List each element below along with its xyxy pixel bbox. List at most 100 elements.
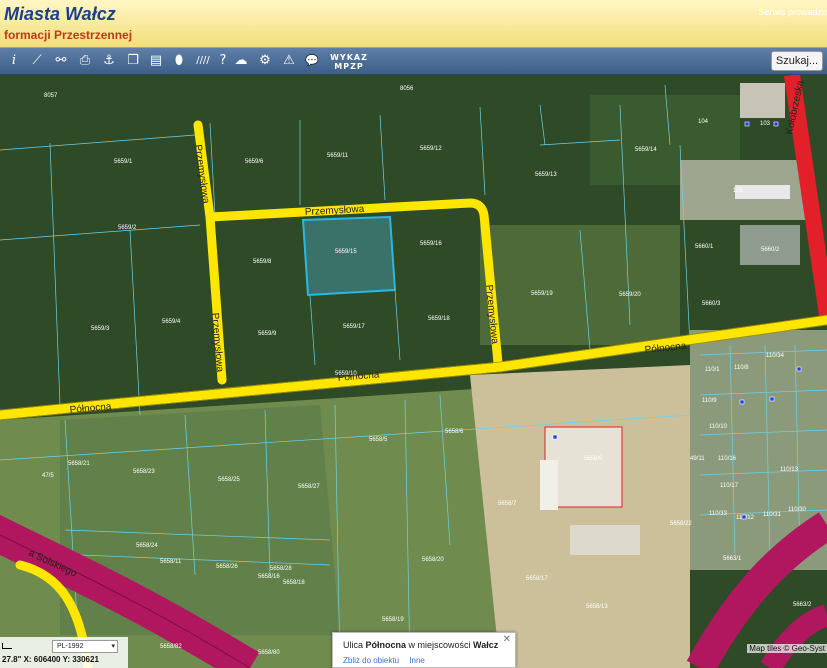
- marker[interactable]: [796, 366, 802, 372]
- clearing-area: [480, 225, 680, 345]
- parcel-label: 5658/11: [160, 559, 182, 565]
- crs-value: PL-1992: [57, 643, 84, 650]
- link-icon[interactable]: ⚯: [52, 52, 70, 70]
- parcel-label: 5660/1: [695, 244, 714, 250]
- parcel-label: 5659/13: [535, 172, 557, 178]
- parcel-label: 8056: [400, 86, 414, 92]
- marker[interactable]: [741, 514, 747, 520]
- parcel-label: 49/11: [690, 456, 705, 462]
- marker[interactable]: [744, 121, 750, 127]
- service-link[interactable]: Serwis prowadzo: [758, 7, 827, 17]
- building-annex: [540, 460, 558, 510]
- shape-icon[interactable]: ⬮: [170, 52, 188, 70]
- other-link[interactable]: Inne: [409, 656, 425, 665]
- parcel-label: 5658/17: [526, 576, 548, 582]
- parcel-label: 5658/24: [136, 543, 158, 549]
- parcel-label: 110/13: [780, 467, 799, 473]
- parcel-label: 5659/19: [531, 291, 553, 297]
- mpzp-label: MPZP: [334, 62, 364, 71]
- parcel-label: 5658/13: [586, 604, 608, 610]
- parcel-label: 5658/22: [670, 521, 692, 527]
- comment-icon[interactable]: 💬: [303, 52, 321, 70]
- anchor-icon[interactable]: ⚓: [100, 52, 118, 70]
- parcel-label: 5659/9: [258, 331, 277, 337]
- parcel-label: 5659/10: [335, 371, 357, 377]
- cursor-coordinates: 27.8" X: 606400 Y: 330621: [2, 655, 99, 664]
- parcel-label: 5658/27: [298, 484, 320, 490]
- search-button[interactable]: Szukaj...: [771, 51, 823, 71]
- parcel-label: 5658/16: [258, 574, 280, 580]
- popup-middle: w miejscowości: [406, 640, 474, 650]
- measure-icon[interactable]: ⟋: [28, 52, 46, 70]
- parcel-label: 5658/28: [270, 566, 292, 572]
- parcel-label: 5658/23: [133, 469, 155, 475]
- parcel-label: 110/10: [709, 424, 728, 430]
- layers-icon[interactable]: ❐: [124, 52, 142, 70]
- hatch-icon[interactable]: ////: [192, 52, 214, 70]
- parcel-label: 5663/1: [723, 556, 742, 562]
- storage-area: [570, 525, 640, 555]
- parcel-label: 8057: [44, 93, 58, 99]
- marker[interactable]: [773, 121, 779, 127]
- parcel-label: 105: [733, 188, 744, 194]
- layout-icon[interactable]: ▤: [147, 52, 165, 70]
- toolbar: i ⟋ ⚯ ⎙ ⚓ ❐ ▤ ⬮ //// ? ☁ ⚙ ⚠ 💬 WYKAZ MPZ…: [0, 48, 827, 75]
- parcel-label: 5659/12: [420, 146, 442, 152]
- wykaz-label: WYKAZ: [330, 53, 368, 62]
- parcel-label: 110/30: [788, 507, 807, 513]
- parcel-label: 5658/18: [283, 580, 305, 586]
- feature-popup: Ulica Północna w miejscowości Wałcz Zbli…: [332, 632, 516, 668]
- parcel-label: 5659/14: [635, 147, 657, 153]
- marker[interactable]: [739, 399, 745, 405]
- parcel-label: 5659/15: [335, 249, 357, 255]
- parcel-label: 5659/8: [253, 259, 272, 265]
- parcel-label: 110/8: [734, 365, 749, 371]
- parcel-label: 5658/82: [160, 644, 182, 650]
- settings-icon[interactable]: ⚙: [256, 52, 274, 70]
- marker[interactable]: [769, 396, 775, 402]
- map-canvas[interactable]: Przemysłowa Przemysłowa Przemysłowa Prze…: [0, 75, 827, 668]
- parcel-label: 5658/25: [218, 477, 240, 483]
- popup-town: Wałcz: [473, 640, 499, 650]
- info-icon[interactable]: i: [5, 52, 23, 70]
- parcel-label: 5659/2: [118, 225, 137, 231]
- construction-site: [470, 365, 690, 668]
- warning-icon[interactable]: ⚠: [280, 52, 298, 70]
- parcel-label: 5658/20: [422, 557, 444, 563]
- parcel-label: 110/34: [766, 353, 785, 359]
- parcel-label: 103: [760, 121, 771, 127]
- map-attribution: Map tiles © Geo-Syst: [747, 644, 827, 653]
- parcel-label: 5659/20: [619, 292, 641, 298]
- substation: [740, 225, 800, 265]
- parcel-label: 5663/2: [793, 602, 812, 608]
- parcel-label: 47/5: [42, 473, 54, 479]
- building-105: [735, 185, 790, 199]
- popup-prefix: Ulica: [343, 640, 366, 650]
- parcel-label: 110/33: [709, 511, 728, 517]
- parcel-label: 5659/4: [162, 319, 181, 325]
- close-icon[interactable]: ✕: [503, 634, 511, 645]
- print-icon[interactable]: ⎙: [76, 52, 94, 70]
- parcel-label: 5658/80: [258, 650, 280, 656]
- parcel-label: 5658/9: [584, 456, 603, 462]
- map-svg[interactable]: Przemysłowa Przemysłowa Przemysłowa Prze…: [0, 75, 827, 668]
- app-subtitle: formacji Przestrzennej: [4, 28, 133, 42]
- parcel-label: 5659/16: [420, 241, 442, 247]
- selected-parcel-5659-15[interactable]: [301, 215, 397, 297]
- app-header: Miasta Wałcz formacji Przestrzennej Serw…: [0, 0, 827, 48]
- popup-links: Zbliż do obiektu Inne: [343, 656, 433, 665]
- wykaz-mpzp-button[interactable]: WYKAZ MPZP: [329, 53, 369, 71]
- crs-select[interactable]: PL-1992 ▾: [52, 640, 118, 653]
- parcel-label: 5658/21: [68, 461, 90, 467]
- marker[interactable]: [552, 434, 558, 440]
- parcel-label: 5659/18: [428, 316, 450, 322]
- scale-bar: [2, 643, 12, 649]
- parcel-label: 5658/5: [369, 437, 388, 443]
- parcel-label: 104: [698, 119, 709, 125]
- parcel-label: 5659/3: [91, 326, 110, 332]
- parcel-label: 110/1: [705, 367, 720, 373]
- cloud-upload-icon[interactable]: ☁: [232, 52, 250, 70]
- zoom-to-object-link[interactable]: Zbliż do obiektu: [343, 656, 399, 665]
- popup-street: Północna: [365, 640, 407, 650]
- help-icon[interactable]: ?: [214, 52, 232, 70]
